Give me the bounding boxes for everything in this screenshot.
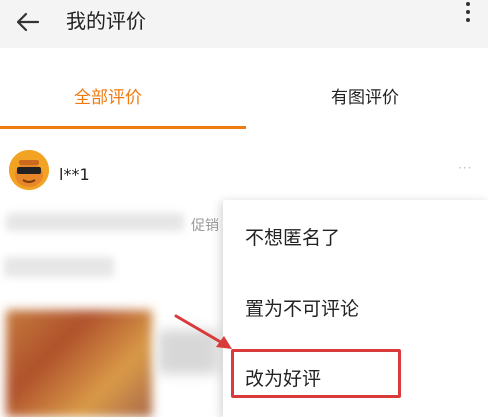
tab-bar: 全部评价 有图评价 — [0, 48, 488, 132]
blurred-text-line — [4, 257, 114, 277]
active-tab-indicator — [0, 126, 246, 129]
page-title: 我的评价 — [66, 9, 146, 33]
avatar-icon — [9, 150, 49, 190]
blurred-text-line — [6, 213, 184, 231]
tab-image-reviews[interactable]: 有图评价 — [331, 86, 399, 110]
reviewer-username: l**1 — [59, 165, 90, 184]
red-arrow-icon — [174, 314, 232, 349]
menu-item-disable-anonymous[interactable]: 不想匿名了 — [245, 225, 340, 251]
avatar — [9, 150, 49, 190]
arrow-left-icon[interactable] — [12, 8, 44, 36]
more-vertical-icon[interactable] — [459, 0, 477, 38]
product-thumbnail[interactable] — [6, 310, 152, 417]
promo-label: 促销 — [191, 218, 219, 234]
menu-item-disable-comments[interactable]: 置为不可评论 — [245, 296, 359, 322]
highlight-box — [231, 349, 401, 398]
top-bar: 我的评价 — [0, 0, 488, 48]
review-more-button[interactable]: ··· — [458, 161, 472, 175]
tab-all-reviews[interactable]: 全部评价 — [74, 86, 142, 110]
